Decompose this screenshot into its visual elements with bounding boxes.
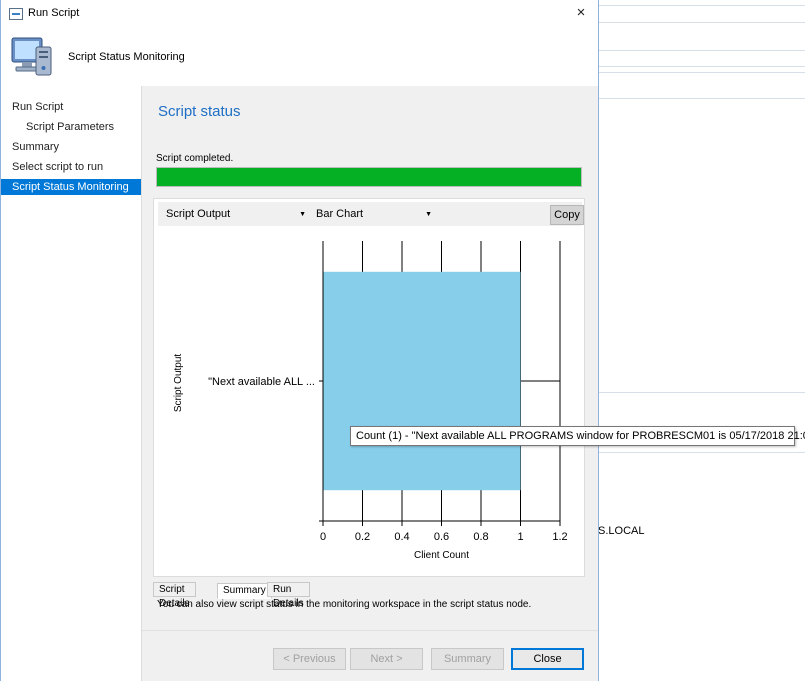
- chart-type-select[interactable]: Bar Chart ▼: [312, 206, 434, 223]
- background-divider: [598, 98, 805, 99]
- window-icon: [9, 8, 23, 20]
- main-content: Script status Script completed. Script O…: [142, 86, 598, 630]
- wizard-navigation: Run Script Script Parameters Summary Sel…: [1, 86, 142, 681]
- x-tick-label: 0.8: [473, 531, 488, 543]
- chevron-down-icon: ▼: [425, 211, 432, 218]
- background-divider: [598, 5, 805, 6]
- summary-button[interactable]: Summary: [431, 648, 504, 670]
- bar: [323, 271, 521, 491]
- tab-run-details[interactable]: Run Details: [267, 582, 310, 609]
- run-script-dialog: Run Script × Script Status Monitoring Ru…: [0, 0, 599, 681]
- background-divider: [598, 66, 805, 67]
- tab-script-details[interactable]: Script Details: [153, 582, 196, 609]
- bar-chart: 0 0.2 0.4 0.6 0.8 1 1.2 "Next available ALL ...…: [173, 241, 568, 561]
- computer-script-icon: [11, 37, 52, 76]
- window-title: Run Script: [28, 7, 80, 19]
- next-button[interactable]: Next >: [350, 648, 423, 670]
- info-text: You can also view script status in the m…: [157, 599, 532, 610]
- background-text: S.LOCAL: [598, 525, 645, 537]
- background-divider: [598, 452, 805, 453]
- close-button[interactable]: Close: [511, 648, 584, 670]
- chart-bars: [323, 271, 521, 491]
- background-divider: [598, 22, 805, 23]
- progress-bar: [156, 167, 582, 187]
- background-app-window: S.LOCAL: [598, 0, 805, 681]
- nav-item-script-status-monitoring[interactable]: Script Status Monitoring: [1, 179, 141, 195]
- output-select-value: Script Output: [166, 208, 231, 220]
- wizard-header: Script Status Monitoring: [1, 28, 598, 86]
- x-tick-label: 0.2: [355, 531, 370, 543]
- background-divider: [598, 392, 805, 393]
- y-axis-title: Script Output: [173, 354, 184, 413]
- chart-tooltip: Count (1) - "Next available ALL PROGRAMS…: [350, 426, 805, 446]
- x-tick-label: 1: [517, 531, 523, 543]
- chart-type-select-value: Bar Chart: [316, 208, 364, 220]
- chevron-down-icon: ▼: [299, 211, 306, 218]
- chart-toolbar: Script Output ▼ Bar Chart ▼ Copy: [158, 202, 584, 226]
- progress-bar-fill: [157, 168, 581, 186]
- previous-button[interactable]: < Previous: [273, 648, 346, 670]
- x-tick-label: 0: [320, 531, 326, 543]
- page-title: Script status: [158, 103, 241, 120]
- nav-item-run-script[interactable]: Run Script: [1, 99, 141, 115]
- nav-item-summary[interactable]: Summary: [1, 139, 141, 155]
- close-window-button[interactable]: ×: [564, 0, 598, 28]
- x-tick-label: 1.2: [552, 531, 567, 543]
- y-tick-label: "Next available ALL ...: [208, 376, 315, 388]
- background-divider: [598, 50, 805, 51]
- x-tick-label: 0.4: [394, 531, 409, 543]
- tab-summary[interactable]: Summary: [217, 583, 272, 599]
- nav-item-script-parameters[interactable]: Script Parameters: [1, 119, 141, 135]
- header-title: Script Status Monitoring: [68, 51, 185, 63]
- x-axis-title: Client Count: [414, 550, 469, 561]
- output-select[interactable]: Script Output ▼: [162, 206, 308, 223]
- title-bar: Run Script ×: [1, 0, 598, 28]
- status-text: Script completed.: [156, 153, 234, 164]
- background-divider: [598, 72, 805, 73]
- wizard-footer: < Previous Next > Summary Close: [142, 630, 598, 681]
- chart-panel: Script Output ▼ Bar Chart ▼ Copy 0 0.2 0.4…: [153, 198, 585, 577]
- x-tick-label: 0.6: [434, 531, 449, 543]
- copy-button[interactable]: Copy: [550, 205, 584, 225]
- nav-item-select-script[interactable]: Select script to run: [1, 159, 141, 175]
